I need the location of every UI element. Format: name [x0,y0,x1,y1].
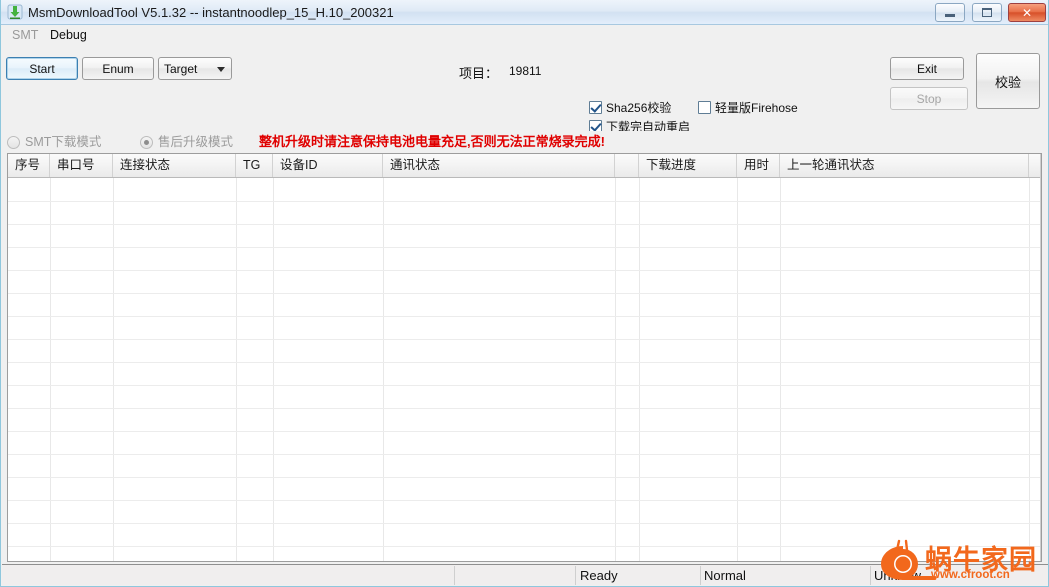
enum-button[interactable]: Enum [82,57,154,80]
stop-button[interactable]: Stop [890,87,968,110]
app-window: MsmDownloadTool V5.1.32 -- instantnoodle… [0,0,1049,587]
status-bar-divider [454,566,455,585]
table-column-header[interactable]: 上一轮通讯状态 [780,154,1029,177]
table-row-divider [8,408,1041,409]
download-arrow-icon [7,4,23,20]
status-unknown: Unknow [874,568,921,583]
mode-row: SMT下载模式 售后升级模式 整机升级时请注意保持电池电量充足,否则无法正常烧录… [1,131,1048,153]
status-bar-divider [870,566,871,585]
radio-aftersale-mode[interactable]: 售后升级模式 [140,134,233,150]
title-bar: MsmDownloadTool V5.1.32 -- instantnoodle… [1,0,1048,25]
toolbar: Start Enum Target 项目： 19811 Sha256校验 下载完… [1,45,1048,134]
window-title: MsmDownloadTool V5.1.32 -- instantnoodle… [28,5,394,20]
close-icon: ✕ [1021,5,1033,20]
chevron-down-icon [217,67,225,72]
table-column-divider [50,178,51,561]
table-header-row: 序号 串口号 连接状态 TG 设备ID 通讯状态 下载进度 用时 上一轮通讯状态 [8,154,1041,178]
status-bar-divider [575,566,576,585]
table-column-divider [780,178,781,561]
target-dropdown-label: Target [164,61,198,76]
table-column-header[interactable]: 设备ID [273,154,383,177]
start-button[interactable]: Start [6,57,78,80]
checkbox-sha256[interactable]: Sha256校验 [589,100,671,116]
checkbox-lite-firehose[interactable]: 轻量版Firehose [698,100,798,116]
table-column-divider [113,178,114,561]
table-column-header[interactable]: 下载进度 [639,154,737,177]
close-button[interactable]: ✕ [1008,3,1046,22]
radio-smt-mode-circle [7,136,20,149]
table-column-header[interactable]: 用时 [737,154,780,177]
target-dropdown[interactable]: Target [158,57,232,80]
status-bar: Ready Normal Unknow [2,564,1048,585]
checkbox-sha256-label: Sha256校验 [606,101,672,115]
project-label: 项目： [459,66,499,81]
table-row-divider [8,316,1041,317]
menu-item-debug[interactable]: Debug [45,27,92,43]
table-row-divider [8,477,1041,478]
table-column-divider [273,178,274,561]
table-column-divider [737,178,738,561]
table-column-divider [1029,178,1030,561]
status-ready: Ready [580,568,618,583]
minimize-button[interactable] [935,3,966,22]
device-table[interactable]: 序号 串口号 连接状态 TG 设备ID 通讯状态 下载进度 用时 上一轮通讯状态 [7,153,1042,562]
table-row-divider [8,293,1041,294]
checkbox-sha256-box [589,101,602,114]
checkbox-lite-firehose-label: 轻量版Firehose [715,101,798,115]
table-column-divider [615,178,616,561]
table-row-divider [8,500,1041,501]
table-row-divider [8,339,1041,340]
table-row-divider [8,362,1041,363]
table-row-divider [8,431,1041,432]
status-normal: Normal [704,568,746,583]
table-row-divider [8,224,1041,225]
radio-aftersale-mode-label: 售后升级模式 [158,135,234,149]
table-row-divider [8,454,1041,455]
radio-smt-mode-label: SMT下载模式 [25,135,102,149]
maximize-icon [973,4,1001,21]
project-value: 19811 [509,64,542,78]
table-row-divider [8,546,1041,547]
table-column-divider [383,178,384,561]
table-column-divider [236,178,237,561]
minimize-icon [936,4,964,21]
table-column-header[interactable]: 串口号 [50,154,113,177]
table-row-divider [8,201,1041,202]
warning-text: 整机升级时请注意保持电池电量充足,否则无法正常烧录完成! [259,134,605,149]
table-right-edge [1040,154,1041,561]
menu-item-smt[interactable]: SMT [7,27,43,43]
table-column-divider [639,178,640,561]
table-row-divider [8,270,1041,271]
checkbox-lite-firehose-box [698,101,711,114]
exit-button[interactable]: Exit [890,57,964,80]
table-column-header[interactable]: 连接状态 [113,154,236,177]
radio-aftersale-mode-circle [140,136,153,149]
table-row-divider [8,523,1041,524]
table-body[interactable] [8,178,1041,561]
window-controls: ✕ [932,3,1046,23]
table-column-header[interactable]: 通讯状态 [383,154,615,177]
table-row-divider [8,385,1041,386]
menu-bar: SMT Debug [1,25,1048,45]
maximize-button[interactable] [971,3,1002,22]
radio-smt-mode[interactable]: SMT下载模式 [7,134,101,150]
table-column-header[interactable] [615,154,639,177]
table-column-header[interactable]: 序号 [8,154,50,177]
status-bar-divider [700,566,701,585]
verify-button[interactable]: 校验 [976,53,1040,109]
table-column-header[interactable]: TG [236,154,273,177]
table-row-divider [8,247,1041,248]
